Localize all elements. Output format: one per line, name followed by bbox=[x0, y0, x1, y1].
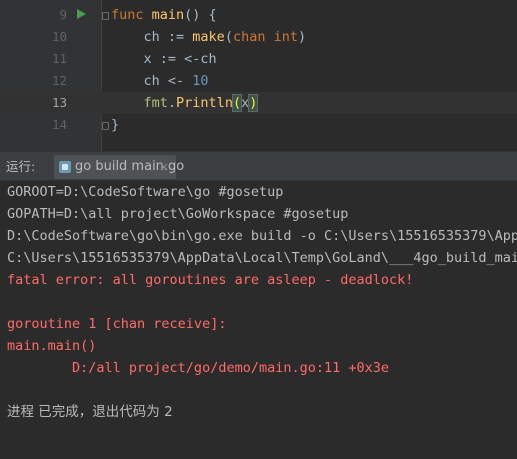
console-line: GOROOT=D:\CodeSoftware\go #gosetup bbox=[7, 184, 284, 200]
code-line-11[interactable]: 11 x := <-ch bbox=[0, 48, 517, 70]
matched-paren: ( bbox=[231, 94, 243, 112]
line-number: 12 bbox=[51, 73, 67, 88]
text-caret bbox=[257, 95, 259, 110]
code-line-12[interactable]: 12 ch <- 10 bbox=[0, 70, 517, 92]
code-token-text: . bbox=[167, 95, 177, 111]
code-token-text: ( bbox=[224, 29, 233, 45]
go-file-icon bbox=[59, 161, 71, 173]
line-number: 11 bbox=[51, 51, 67, 66]
console-error-line: D:/all project/go/demo/main.go:11 +0x3e bbox=[7, 360, 390, 376]
code-token-text: x := <-ch bbox=[143, 51, 217, 67]
line-number: 13 bbox=[51, 95, 67, 110]
console-line: C:\Users\15516535379\AppData\Local\Temp\… bbox=[7, 250, 517, 266]
fold-marker-icon[interactable] bbox=[102, 12, 109, 20]
run-tool-header: 运行: go build main.go × bbox=[0, 151, 517, 181]
code-editor[interactable]: 9 func main() { 10 ch := make(chan int) … bbox=[0, 0, 517, 151]
code-token-package: fmt bbox=[143, 95, 168, 111]
code-token-number: 10 bbox=[192, 73, 209, 89]
code-line-10[interactable]: 10 ch := make(chan int) bbox=[0, 26, 517, 48]
code-token-function-call: Println bbox=[176, 95, 233, 111]
close-icon[interactable]: × bbox=[159, 155, 169, 179]
run-gutter-icon[interactable] bbox=[77, 9, 86, 19]
matched-paren: ) bbox=[248, 94, 259, 112]
code-line-13[interactable]: 13 fmt.Println(x) bbox=[0, 92, 517, 114]
code-token-text: ch := bbox=[143, 29, 193, 45]
code-token-text: () { bbox=[184, 7, 217, 23]
ide-window: 9 func main() { 10 ch := make(chan int) … bbox=[0, 0, 517, 459]
run-tool-window: 运行: go build main.go × GOROOT=D:\CodeSof… bbox=[0, 151, 517, 459]
console-error-line: fatal error: all goroutines are asleep -… bbox=[7, 272, 414, 288]
console-line: GOPATH=D:\all project\GoWorkspace #goset… bbox=[7, 206, 349, 222]
console-line: D:\CodeSoftware\go\bin\go.exe build -o C… bbox=[7, 228, 517, 244]
code-token-text: x bbox=[241, 95, 250, 111]
fold-marker-icon[interactable] bbox=[102, 122, 109, 130]
line-number: 9 bbox=[59, 7, 67, 22]
console-error-line: goroutine 1 [chan receive]: bbox=[7, 316, 227, 332]
console-output[interactable]: GOROOT=D:\CodeSoftware\go #gosetup GOPAT… bbox=[0, 181, 517, 459]
code-token-function-name: main bbox=[151, 7, 185, 23]
line-number: 10 bbox=[51, 29, 67, 44]
code-token-type: int bbox=[273, 29, 298, 45]
code-token-text: } bbox=[111, 117, 120, 133]
code-token-keyword: chan bbox=[232, 29, 266, 45]
run-config-tab[interactable]: go build main.go × bbox=[54, 155, 184, 179]
console-error-line: main.main() bbox=[7, 338, 97, 354]
code-token-keyword: func bbox=[111, 7, 144, 23]
run-title-label: 运行: bbox=[6, 159, 36, 174]
code-token-text: ) bbox=[298, 29, 307, 45]
code-token-builtin: make bbox=[192, 29, 225, 45]
line-number: 14 bbox=[51, 117, 67, 132]
code-line-14[interactable]: 14 } bbox=[0, 114, 517, 136]
process-exit-status: 进程 已完成，退出代码为 2 bbox=[7, 404, 173, 420]
code-token-text: ch <- bbox=[143, 73, 193, 89]
